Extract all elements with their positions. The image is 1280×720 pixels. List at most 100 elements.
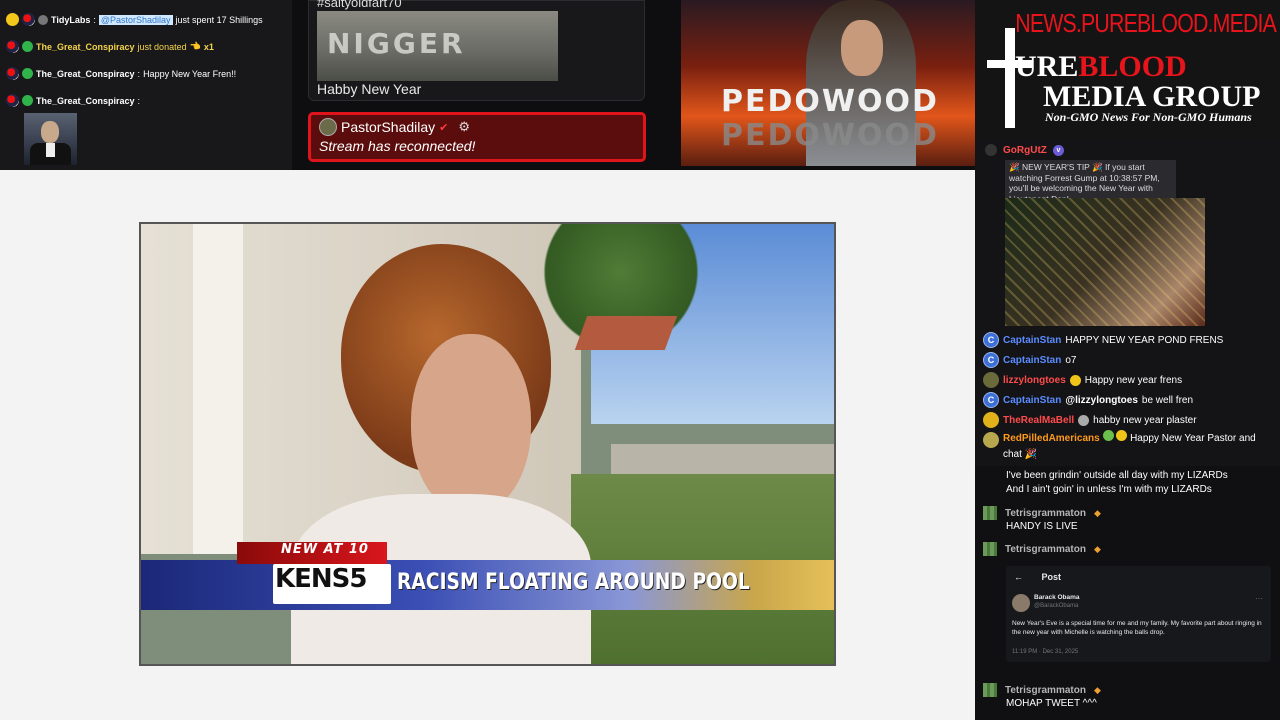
- donor-name: The_Great_Conspiracy: [36, 41, 135, 52]
- logo-tagline: Non-GMO News For Non-GMO Humans: [1045, 110, 1252, 124]
- chat-username[interactable]: TheRealMaBell: [1003, 415, 1074, 426]
- tweet-screenshot: ← Post Barack Obama @BarackObama ··· New…: [1006, 566, 1271, 662]
- chat-mention[interactable]: @lizzylongtoes: [1065, 395, 1138, 406]
- donation-text: just spent 17 Shillings: [175, 14, 263, 25]
- media-caption: Habby New Year: [317, 81, 422, 97]
- avatar: [983, 432, 999, 448]
- donation-row: The_Great_Conspiracy just donated 👈 x1: [6, 33, 286, 60]
- banner-artwork: PEDOWOOD PEDOWOOD: [681, 0, 975, 166]
- chat-text: be well fren: [1141, 394, 1194, 406]
- reconnect-alert: PastorShadilay ✔ ⚙ Stream has reconnecte…: [308, 112, 646, 162]
- chat-text: o7: [1065, 354, 1077, 366]
- avatar: C: [983, 352, 999, 368]
- donor-name: TidyLabs: [51, 14, 91, 25]
- chat-username[interactable]: lizzylongtoes: [1003, 375, 1066, 386]
- avatar: [319, 118, 337, 136]
- donor-name: The_Great_Conspiracy: [36, 68, 135, 79]
- verified-icon: [22, 68, 33, 79]
- chat-username[interactable]: RedPilledAmericans: [1003, 433, 1100, 444]
- badge-icon: ◆: [1093, 507, 1101, 518]
- emote-icon: [1069, 374, 1081, 386]
- donation-amount: x1: [203, 41, 214, 52]
- chat-message: C CaptainStan HAPPY NEW YEAR POND FRENS: [983, 330, 1275, 350]
- site-url: NEWS.PUREBLOOD.MEDIA: [1015, 8, 1277, 38]
- chat-text: I've been grindin' outside all day with …: [1006, 470, 1228, 481]
- donation-feed: TidyLabs : @PastorShadilay just spent 17…: [0, 0, 292, 170]
- alert-message: Stream has reconnected!: [319, 138, 476, 154]
- art-word: PEDOWOOD: [721, 118, 939, 153]
- avatar: C: [983, 332, 999, 348]
- tip-message: 🎉 NEW YEAR'S TIP 🎉 If you start watching…: [1005, 160, 1176, 204]
- news-lower-third: NEW AT 10 KENS5 RACISM FLOATING AROUND P…: [141, 542, 834, 610]
- separator: :: [137, 68, 141, 79]
- badge-icon: ◆: [1093, 684, 1101, 695]
- avatar: C: [983, 392, 999, 408]
- donation-text: Happy New Year Fren!!: [143, 68, 237, 79]
- separator: :: [137, 95, 141, 106]
- news-kicker: NEW AT 10: [281, 542, 369, 557]
- news-headline: RACISM FLOATING AROUND POOL: [397, 570, 750, 595]
- media-tag: #saltyoldfart70: [317, 0, 402, 10]
- media-message-card: #saltyoldfart70 NIGGER Habby New Year: [308, 0, 645, 101]
- video-player[interactable]: NEW AT 10 KENS5 RACISM FLOATING AROUND P…: [139, 222, 836, 666]
- chat-user-row: Tetrisgrammaton ◆: [983, 542, 1101, 556]
- image-text: NIGGER: [327, 27, 466, 60]
- badge-icon: [22, 13, 35, 26]
- station-name: KENS5: [275, 564, 367, 594]
- chat-message: lizzylongtoes Happy new year frens: [983, 370, 1275, 390]
- tip-username: GoRgUtZ: [1003, 144, 1047, 156]
- chat-panel: GoRgUtZ v 🎉 NEW YEAR'S TIP 🎉 If you star…: [975, 140, 1280, 720]
- chat-username[interactable]: CaptainStan: [1003, 335, 1061, 346]
- chat-username[interactable]: CaptainStan: [1003, 355, 1061, 366]
- chat-username[interactable]: Tetrisgrammaton: [1005, 508, 1086, 519]
- back-arrow-icon: ←: [1014, 572, 1023, 582]
- donation-text: just donated: [137, 41, 187, 52]
- tweet-header: ← Post: [1014, 572, 1061, 582]
- art-word: PEDOWOOD: [721, 84, 939, 119]
- gear-icon[interactable]: ⚙: [458, 119, 470, 135]
- more-icon: ···: [1255, 594, 1263, 603]
- chat-text: HAPPY NEW YEAR POND FRENS: [1065, 334, 1224, 346]
- avatar: [983, 542, 997, 556]
- stream-overlay: TidyLabs : @PastorShadilay just spent 17…: [0, 0, 1280, 720]
- avatar: [985, 144, 997, 156]
- mention: @PastorShadilay: [98, 14, 173, 25]
- avatar: [983, 412, 999, 428]
- tweet-time: 11:19 PM · Dec 31, 2025: [1012, 649, 1079, 655]
- donation-image: [24, 113, 77, 165]
- chat-username[interactable]: CaptainStan: [1003, 395, 1061, 406]
- chat-message: TheRealMaBell habby new year plaster: [983, 410, 1275, 430]
- flag-icon: [6, 40, 19, 53]
- badge-icon: [38, 14, 48, 25]
- tweet-author: Barack Obama: [1034, 594, 1080, 601]
- badge-icon: v: [1052, 144, 1064, 156]
- chat-top-panel: GoRgUtZ v 🎉 NEW YEAR'S TIP 🎉 If you star…: [975, 140, 1280, 466]
- media-image: NIGGER: [317, 11, 558, 81]
- tweet-title: Post: [1041, 572, 1062, 582]
- coin-icon: [6, 13, 19, 26]
- donation-row: The_Great_Conspiracy :: [6, 87, 286, 114]
- chat-text: habby new year plaster: [1093, 414, 1197, 426]
- chat-username[interactable]: Tetrisgrammaton: [1005, 685, 1086, 696]
- verified-icon: [22, 41, 33, 52]
- avatar: [983, 506, 997, 520]
- check-icon: ✔: [439, 121, 449, 134]
- alert-user-row: PastorShadilay ✔ ⚙: [319, 118, 635, 136]
- chat-bottom-panel: I've been grindin' outside all day with …: [975, 466, 1280, 720]
- chat-message: RedPilledAmericans Happy New Year Pastor…: [983, 430, 1275, 463]
- chat-text: HANDY IS LIVE: [1006, 521, 1078, 532]
- donor-name: The_Great_Conspiracy: [36, 95, 135, 106]
- chat-message: C CaptainStan @lizzylongtoes be well fre…: [983, 390, 1275, 410]
- flag-icon: [6, 94, 19, 107]
- emote-icon: [1116, 430, 1128, 441]
- tip-user-row: GoRgUtZ v: [985, 144, 1064, 156]
- tweet-body: New Year's Eve is a special time for me …: [1012, 620, 1262, 637]
- donation-row: TidyLabs : @PastorShadilay just spent 17…: [6, 6, 286, 33]
- logo-line-1: UREBLOOD: [1015, 50, 1187, 83]
- emote-icon: [1102, 430, 1114, 441]
- chat-messages: C CaptainStan HAPPY NEW YEAR POND FRENS …: [983, 330, 1275, 463]
- brand-logo: NEWS.PUREBLOOD.MEDIA UREBLOOD MEDIA GROU…: [975, 0, 1280, 140]
- bread-icon: 👈: [189, 41, 201, 51]
- badge-icon: ◆: [1093, 543, 1101, 554]
- chat-username[interactable]: Tetrisgrammaton: [1005, 544, 1086, 555]
